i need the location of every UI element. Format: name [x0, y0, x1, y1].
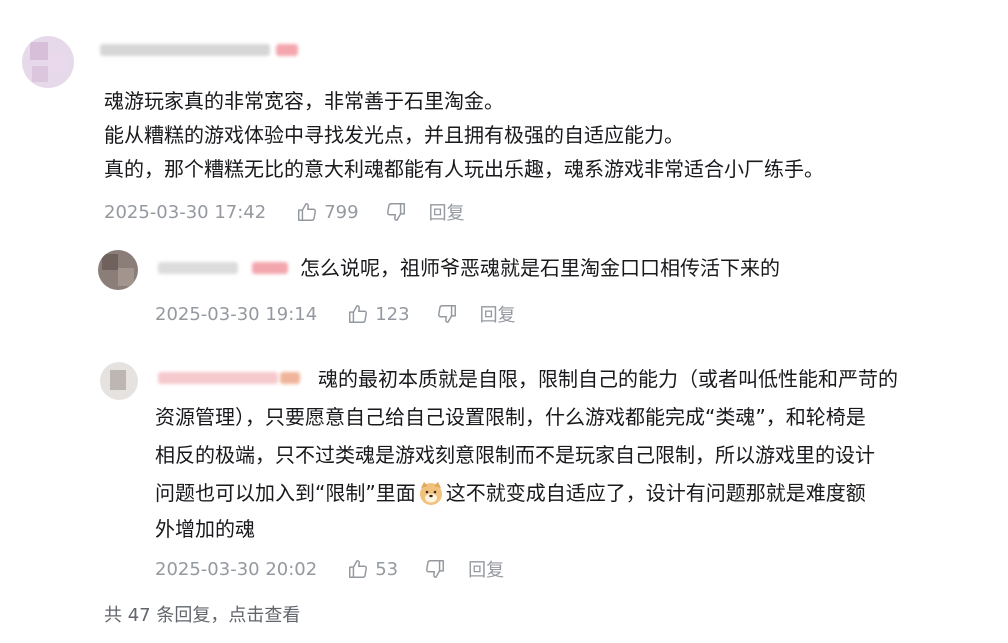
reply-line-part: 这不就变成自适应了，设计有问题那就是难度额 — [445, 481, 866, 505]
comment-line: 能从糟糕的游戏体验中寻找发光点，并且拥有极强的自适应能力。 — [104, 123, 684, 147]
username[interactable] — [158, 372, 278, 384]
reply-meta: 2025-03-30 20:02 53 回复 — [155, 555, 504, 583]
reply-button[interactable]: 回复 — [468, 556, 504, 582]
thumbs-down-icon — [386, 203, 405, 221]
like-button[interactable]: 799 — [296, 201, 359, 223]
dislike-button[interactable] — [436, 303, 458, 325]
user-badge — [276, 44, 298, 56]
username[interactable] — [158, 262, 238, 274]
username[interactable] — [100, 44, 270, 56]
reply-line: 相反的极端，只不过类魂是游戏刻意限制而不是玩家自己限制，所以游戏里的设计 — [155, 443, 875, 467]
like-count: 53 — [375, 558, 399, 580]
doge-emoji — [419, 482, 442, 505]
avatar-pixel — [118, 268, 134, 286]
reply-line-part: 问题也可以加入到“限制”里面 — [155, 481, 416, 505]
avatar[interactable] — [98, 250, 138, 290]
like-button[interactable]: 123 — [347, 303, 410, 325]
comment-line: 真的，那个糟糕无比的意大利魂都能有人玩出乐趣，魂系游戏非常适合小厂练手。 — [104, 157, 824, 181]
avatar-pixel — [110, 370, 126, 390]
comment-line: 魂游玩家真的非常宽容，非常善于石里淘金。 — [104, 89, 504, 113]
timestamp: 2025-03-30 20:02 — [155, 558, 318, 580]
like-button[interactable]: 53 — [347, 558, 398, 580]
thumbs-up-icon — [298, 203, 317, 221]
thumbs-down-icon — [426, 560, 445, 578]
reply-button[interactable]: 回复 — [429, 199, 465, 225]
avatar-pixel — [30, 42, 48, 60]
reply-button[interactable]: 回复 — [480, 301, 516, 327]
reply-line: 魂的最初本质就是自限，限制自己的能力（或者叫低性能和严苛的 — [318, 367, 898, 391]
user-badge — [280, 372, 300, 384]
avatar-pixel — [32, 66, 48, 82]
avatar[interactable] — [22, 36, 74, 88]
comment-meta: 2025-03-30 17:42 799 回复 — [104, 198, 465, 226]
thumbs-down-icon — [437, 305, 456, 323]
view-more-replies[interactable]: 共 47 条回复，点击查看 — [104, 601, 300, 627]
avatar-pixel — [48, 54, 66, 72]
reply-line: 资源管理），只要愿意自己给自己设置限制，什么游戏都能完成“类魂”，和轮椅是 — [155, 405, 866, 429]
reply-line-with-emoji: 问题也可以加入到“限制”里面 这不就变成自适应了，设计有问题那就是难度额 — [155, 476, 866, 510]
reply-line: 外增加的魂 — [155, 517, 255, 541]
like-count: 123 — [375, 303, 410, 325]
thumbs-up-icon — [349, 305, 368, 323]
reply-text: 怎么说呢，祖师爷恶魂就是石里淘金口口相传活下来的 — [300, 256, 780, 280]
thumbs-up-icon — [349, 560, 368, 578]
timestamp: 2025-03-30 17:42 — [104, 201, 267, 223]
avatar[interactable] — [100, 362, 138, 400]
dislike-button[interactable] — [424, 558, 446, 580]
dislike-button[interactable] — [385, 201, 407, 223]
avatar-pixel — [102, 254, 118, 270]
reply-meta: 2025-03-30 19:14 123 回复 — [155, 300, 516, 328]
user-badge — [252, 262, 288, 274]
timestamp: 2025-03-30 19:14 — [155, 303, 318, 325]
like-count: 799 — [324, 201, 359, 223]
